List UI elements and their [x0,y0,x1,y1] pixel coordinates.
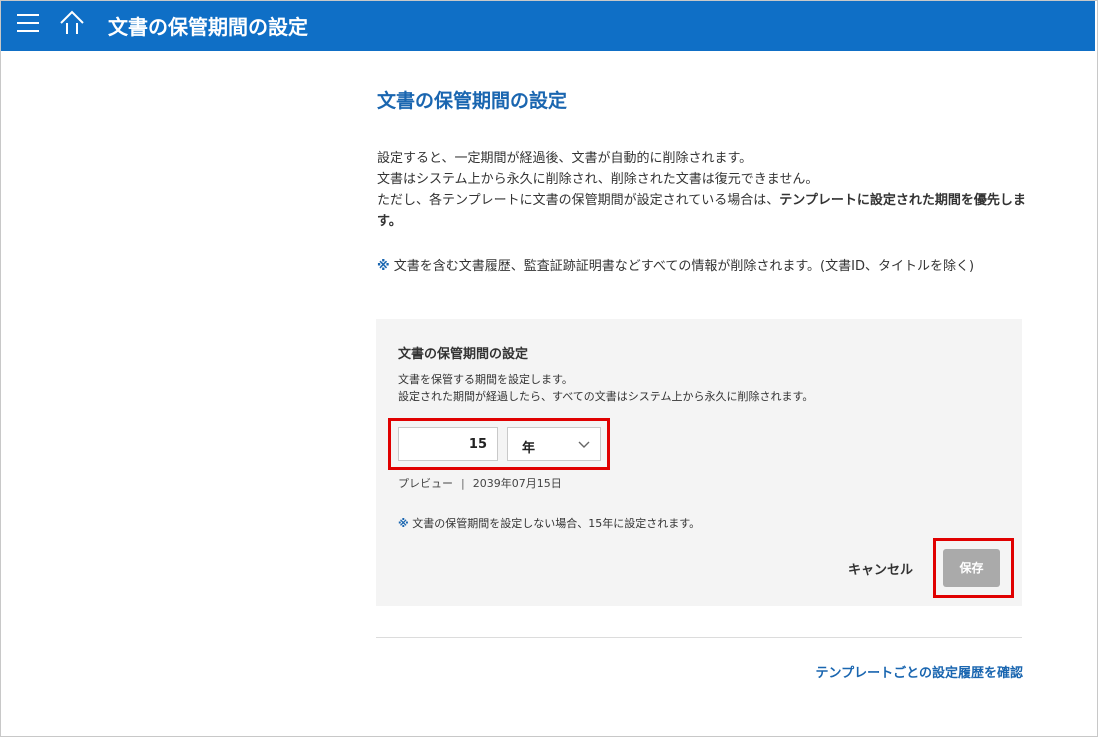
preview-date: 2039年07月15日 [472,477,562,490]
page-title: 文書の保管期間の設定 [377,90,568,112]
cancel-button[interactable]: キャンセル [848,559,913,578]
note-text: 文書を含む文書履歴、監査証跡証明書などすべての情報が削除されます。(文書ID、タ… [389,259,975,274]
panel-description-line-1: 文書を保管する期間を設定します。 [398,373,573,386]
unit-selected-value: 年 [522,441,536,456]
app-title: 文書の保管期間の設定 [108,15,308,39]
note-mark: ※ [377,259,390,274]
period-number-input[interactable] [398,427,498,461]
divider [376,637,1022,638]
chevron-down-icon [578,441,590,448]
panel-note-text: 文書の保管期間を設定しない場合、15年に設定されます。 [408,517,701,530]
period-unit-select[interactable]: 年 [507,427,601,461]
default-period-note: ※ 文書の保管期間を設定しない場合、15年に設定されます。 [398,515,700,531]
save-button[interactable]: 保存 [943,549,1000,587]
preview-separator: | [461,477,465,490]
hamburger-icon[interactable] [17,14,39,34]
panel-title: 文書の保管期間の設定 [398,347,529,362]
description-line-2: 文書はシステム上から永久に削除され、削除された文書は復元できません。 [377,172,819,187]
panel-description: 文書を保管する期間を設定します。 設定された期間が経過したら、すべての文書はシス… [398,371,813,405]
panel-description-line-2: 設定された期間が経過したら、すべての文書はシステム上から永久に削除されます。 [398,390,814,403]
description-line-3-text: ただし、各テンプレートに文書の保管期間が設定されている場合は、 [377,193,780,208]
preview: プレビュー | 2039年07月15日 [398,475,562,491]
panel-note-mark: ※ [398,517,409,530]
description-line-1: 設定すると、一定期間が経過後、文書が自動的に削除されます。 [377,151,753,166]
retention-settings-panel: 文書の保管期間の設定 文書を保管する期間を設定します。 設定された期間が経過した… [376,319,1022,606]
top-bar: 文書の保管期間の設定 [1,1,1095,51]
description-line-3: ただし、各テンプレートに文書の保管期間が設定されている場合は、テンプレートに設定… [377,190,1027,232]
home-icon[interactable] [59,10,85,36]
description: 設定すると、一定期間が経過後、文書が自動的に削除されます。 文書はシステム上から… [377,148,1027,232]
template-history-link[interactable]: テンプレートごとの設定履歴を確認 [816,662,1023,681]
deletion-note: ※ 文書を含む文書履歴、監査証跡証明書などすべての情報が削除されます。(文書ID… [377,256,1027,278]
preview-label: プレビュー [398,477,453,490]
